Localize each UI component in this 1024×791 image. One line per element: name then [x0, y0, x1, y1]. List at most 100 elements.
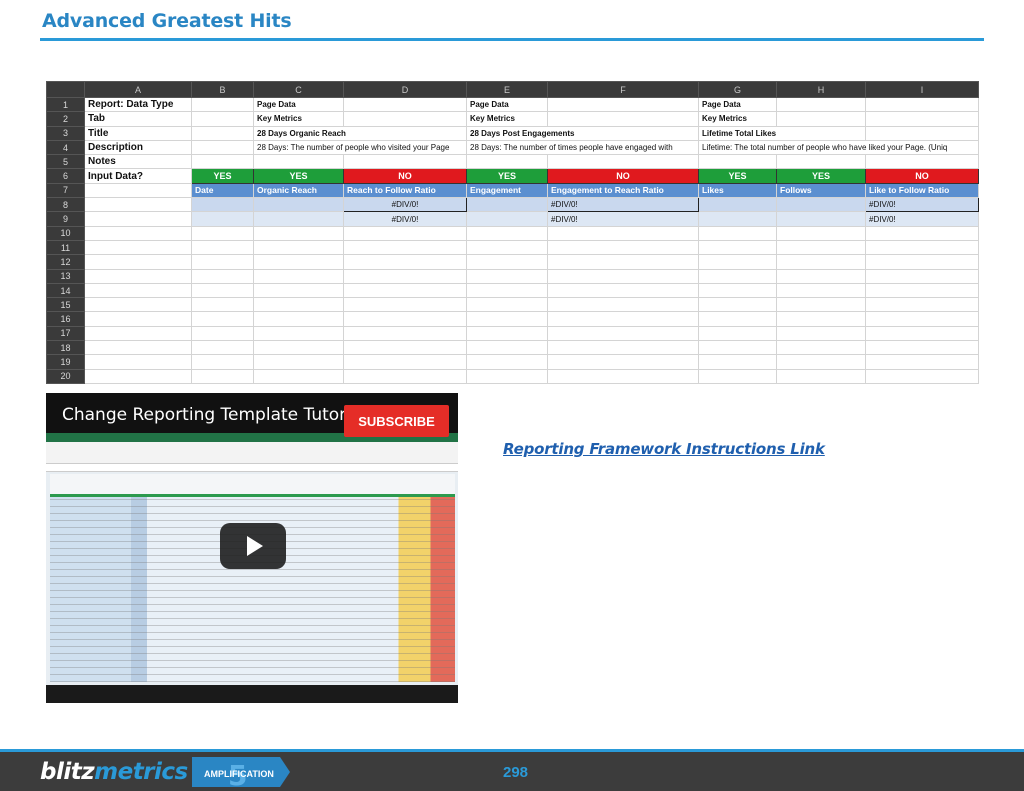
- cell[interactable]: [547, 282, 699, 299]
- cell[interactable]: [776, 254, 866, 270]
- cell[interactable]: [776, 368, 866, 384]
- cell[interactable]: [698, 354, 777, 370]
- cell[interactable]: [776, 211, 866, 227]
- data-header-cell[interactable]: Follows: [776, 182, 866, 199]
- cell[interactable]: [343, 311, 467, 327]
- cell[interactable]: [865, 297, 979, 313]
- cell[interactable]: [253, 311, 344, 327]
- data-header-cell[interactable]: Likes: [698, 182, 777, 199]
- cell[interactable]: [253, 254, 344, 270]
- cell[interactable]: [343, 340, 467, 356]
- cell[interactable]: [191, 125, 254, 141]
- subscribe-button[interactable]: SUBSCRIBE: [344, 405, 449, 437]
- cell[interactable]: [547, 111, 699, 127]
- cell[interactable]: [343, 354, 467, 370]
- cell[interactable]: [865, 268, 979, 284]
- cell[interactable]: [776, 340, 866, 356]
- input-flag-cell[interactable]: YES: [253, 168, 344, 184]
- cell[interactable]: [776, 297, 866, 313]
- cell[interactable]: [466, 197, 548, 213]
- row-label[interactable]: Input Data?: [84, 168, 192, 184]
- column-header[interactable]: F: [547, 81, 699, 98]
- cell[interactable]: [698, 225, 777, 241]
- cell[interactable]: [84, 182, 192, 199]
- cell[interactable]: [865, 311, 979, 327]
- input-flag-cell[interactable]: YES: [698, 168, 777, 184]
- cell[interactable]: Key Metrics: [698, 111, 777, 127]
- row-number[interactable]: 8: [46, 197, 85, 213]
- cell[interactable]: [84, 325, 192, 342]
- cell[interactable]: [343, 225, 467, 241]
- row-number[interactable]: 20: [46, 368, 85, 384]
- cell[interactable]: [466, 239, 548, 256]
- data-header-cell[interactable]: Date: [191, 182, 254, 199]
- row-number[interactable]: 10: [46, 225, 85, 241]
- cell[interactable]: [191, 154, 254, 170]
- cell[interactable]: [253, 297, 344, 313]
- cell[interactable]: [776, 268, 866, 284]
- row-number[interactable]: 9: [46, 211, 85, 227]
- data-header-cell[interactable]: Engagement to Reach Ratio: [547, 182, 699, 199]
- cell[interactable]: [343, 96, 467, 113]
- row-number[interactable]: 5: [46, 154, 85, 170]
- cell[interactable]: [191, 340, 254, 356]
- data-header-cell[interactable]: Like to Follow Ratio: [865, 182, 979, 199]
- cell[interactable]: 28 Days Organic Reach: [253, 125, 467, 141]
- cell[interactable]: 28 Days Post Engagements: [466, 125, 699, 141]
- cell[interactable]: [698, 254, 777, 270]
- cell[interactable]: Page Data: [466, 96, 548, 113]
- cell[interactable]: [698, 282, 777, 299]
- cell[interactable]: [253, 282, 344, 299]
- cell[interactable]: [466, 225, 548, 241]
- row-label[interactable]: Notes: [84, 154, 192, 170]
- column-header[interactable]: D: [343, 81, 467, 98]
- cell[interactable]: [865, 225, 979, 241]
- cell[interactable]: [865, 282, 979, 299]
- cell[interactable]: [865, 354, 979, 370]
- cell[interactable]: [776, 154, 866, 170]
- column-header[interactable]: E: [466, 81, 548, 98]
- cell[interactable]: [466, 254, 548, 270]
- cell[interactable]: [698, 311, 777, 327]
- cell[interactable]: [191, 368, 254, 384]
- cell[interactable]: [466, 211, 548, 227]
- row-number[interactable]: 7: [46, 182, 85, 199]
- row-number[interactable]: 2: [46, 111, 85, 127]
- column-header[interactable]: C: [253, 81, 344, 98]
- cell[interactable]: [84, 254, 192, 270]
- cell[interactable]: [253, 154, 344, 170]
- row-number[interactable]: 1: [46, 96, 85, 113]
- row-number[interactable]: 15: [46, 297, 85, 313]
- cell[interactable]: [253, 354, 344, 370]
- cell[interactable]: [466, 325, 548, 342]
- cell[interactable]: Lifetime Total Likes: [698, 125, 866, 141]
- cell[interactable]: [191, 139, 254, 156]
- cell[interactable]: [547, 239, 699, 256]
- cell[interactable]: [865, 96, 979, 113]
- cell[interactable]: [253, 268, 344, 284]
- cell[interactable]: [253, 325, 344, 342]
- cell[interactable]: [698, 297, 777, 313]
- error-cell[interactable]: #DIV/0!: [547, 211, 699, 227]
- data-header-cell[interactable]: Engagement: [466, 182, 548, 199]
- cell[interactable]: [191, 96, 254, 113]
- cell[interactable]: [776, 311, 866, 327]
- cell[interactable]: [466, 368, 548, 384]
- input-flag-cell[interactable]: NO: [547, 168, 699, 184]
- cell[interactable]: [343, 111, 467, 127]
- column-header[interactable]: B: [191, 81, 254, 98]
- cell[interactable]: [84, 297, 192, 313]
- cell[interactable]: [343, 297, 467, 313]
- cell[interactable]: [698, 268, 777, 284]
- instructions-link[interactable]: Reporting Framework Instructions Link: [503, 440, 825, 458]
- play-icon[interactable]: [220, 523, 286, 569]
- cell[interactable]: [191, 197, 254, 213]
- cell[interactable]: 28 Days: The number of people who visite…: [253, 139, 467, 156]
- error-cell[interactable]: #DIV/0!: [547, 197, 699, 213]
- cell[interactable]: [865, 239, 979, 256]
- cell[interactable]: [191, 111, 254, 127]
- cell[interactable]: Key Metrics: [253, 111, 344, 127]
- cell[interactable]: [343, 325, 467, 342]
- cell[interactable]: [343, 368, 467, 384]
- input-flag-cell[interactable]: NO: [865, 168, 979, 184]
